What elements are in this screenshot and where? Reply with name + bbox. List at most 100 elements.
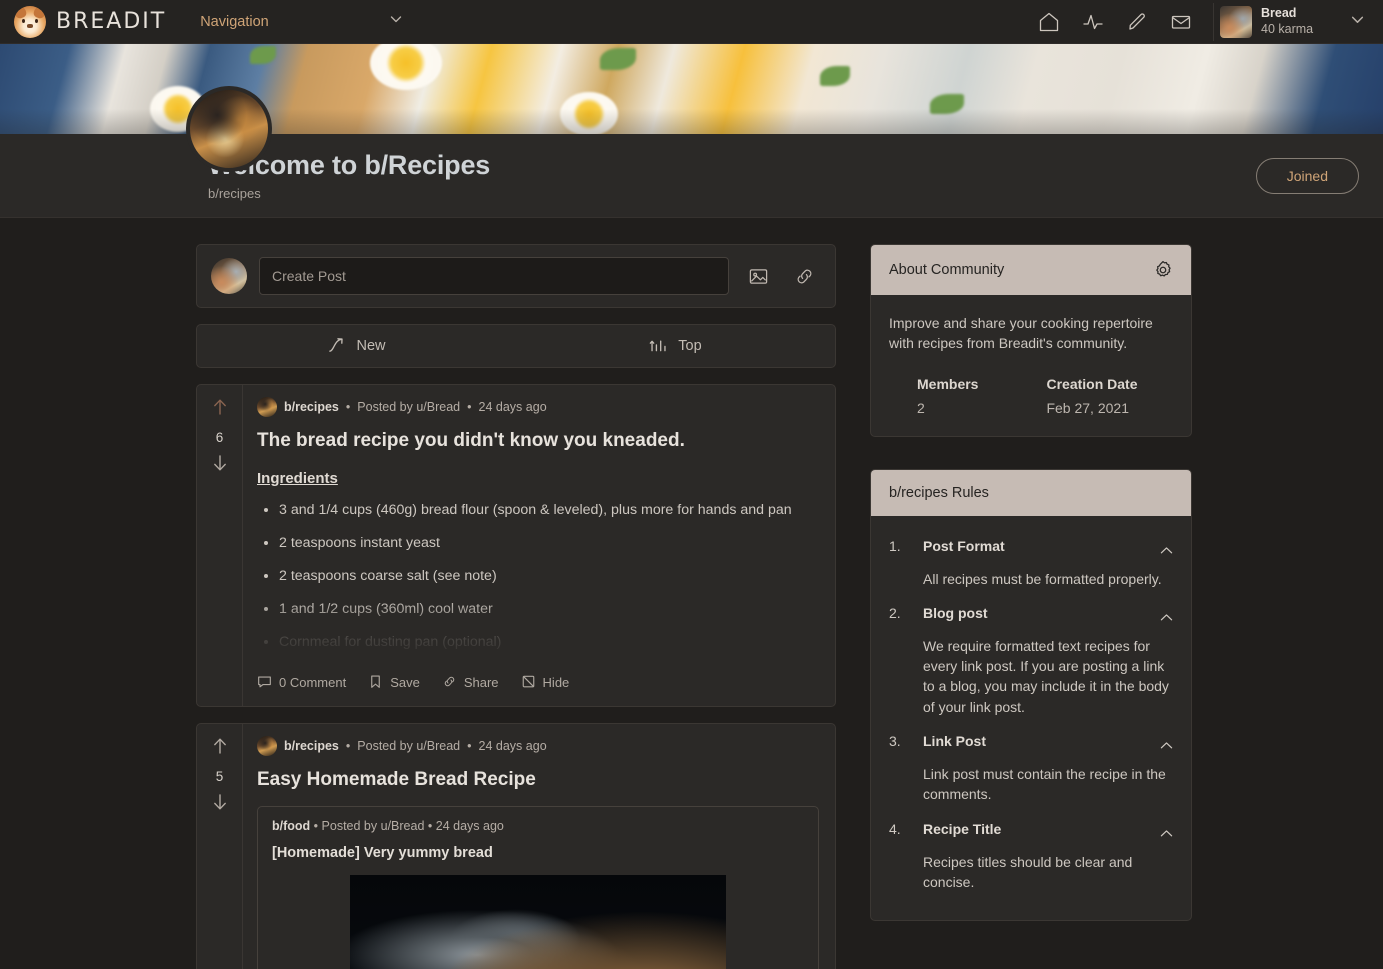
rule-number: 1. [889,537,901,554]
post-author[interactable]: Posted by u/Bread [357,400,460,414]
community-name: b/recipes [208,185,261,201]
rule-item[interactable]: 2. Blog post We require formatted text r… [889,599,1173,727]
post-time: 24 days ago [478,738,547,753]
activity-icon[interactable] [1073,2,1113,42]
chevron-down-icon [1350,12,1365,32]
link-icon [442,674,457,692]
rules-header: b/recipes Rules [871,469,1191,516]
list-item: Cornmeal for dusting pan (optional) [279,633,819,652]
brand-name: BREADIT [56,9,167,34]
navigation-dropdown[interactable]: Navigation [188,5,413,39]
avatar [1220,5,1252,38]
gear-icon[interactable] [1153,260,1173,280]
sort-tab-top[interactable]: Top [516,325,835,367]
image-icon[interactable] [741,259,775,293]
bookmark-icon [368,674,383,692]
rule-item[interactable]: 4. Recipe Title Recipes titles should be… [889,815,1173,903]
rule-item[interactable]: 1. Post Format All recipes must be forma… [889,532,1173,599]
stat-creation-date-label: Creation Date [1046,375,1138,392]
arrow-up-icon[interactable] [211,736,229,761]
rule-number: 3. [889,733,901,750]
main-column: New Top 6 [196,244,836,969]
comment-button[interactable]: 0 Comment [257,674,346,692]
meta-dot: • [345,400,351,414]
list-item: 3 and 1/4 cups (460g) bread flour (spoon… [279,501,819,520]
crosspost-subreddit[interactable]: b/food [272,819,310,833]
post-title[interactable]: The bread recipe you didn't know you kne… [257,429,819,454]
top-navbar: BREADIT Navigation Bread 40 karma [0,0,1383,44]
crosspost-embed[interactable]: b/food • Posted by u/Bread • 24 days ago… [257,806,819,969]
bar-chart-up-icon [649,335,668,358]
post-card[interactable]: 6 b/recipes • Posted by u/Bread • 24 day… [196,384,836,707]
stat-creation-date: Creation Date Feb 27, 2021 [1046,376,1137,416]
user-karma: 40 karma [1261,21,1314,36]
stat-members: Members 2 [917,376,978,416]
bread-and-cutlery-photo [350,875,726,969]
bread-mascot-icon [14,5,46,38]
post-author[interactable]: Posted by u/Bread [357,739,460,753]
pencil-icon[interactable] [1117,2,1157,42]
community-stats: Members 2 Creation Date Feb 27, 2021 [889,376,1173,416]
ingredients-list: 3 and 1/4 cups (460g) bread flour (spoon… [279,501,819,653]
chevron-up-icon[interactable] [1160,825,1173,843]
chevron-up-icon[interactable] [1160,542,1173,560]
post-meta: b/recipes • Posted by u/Bread • 24 days … [257,735,819,756]
hide-button[interactable]: Hide [521,674,569,692]
user-menu[interactable]: Bread 40 karma [1213,2,1373,41]
sort-tab-new[interactable]: New [197,325,516,367]
hide-icon [521,674,536,692]
arrow-down-icon[interactable] [211,453,229,478]
list-item: 2 teaspoons coarse salt (see note) [279,567,819,586]
chevron-up-icon[interactable] [1160,609,1173,627]
rule-description: We require formatted text recipes for ev… [923,637,1169,715]
rule-description: All recipes must be formatted properly. [923,570,1162,587]
meta-dot: • [427,819,433,834]
vote-column: 5 [197,723,243,969]
crosspost-time: 24 days ago [435,819,504,834]
link-icon[interactable] [787,259,821,293]
meta-dot: • [345,738,351,753]
crosspost-title: [Homemade] Very yummy bread [272,845,493,862]
post-subreddit[interactable]: b/recipes [284,739,339,753]
meta-dot: • [467,400,472,414]
post-title[interactable]: Easy Homemade Bread Recipe [257,768,819,793]
avatar [211,258,247,294]
vote-score: 6 [215,430,224,445]
community-avatar-pancakes [257,735,277,756]
post-time: 24 days ago [478,400,547,414]
list-item: 2 teaspoons instant yeast [279,534,819,553]
sort-bar: New Top [196,324,836,368]
stat-members-label: Members [917,375,979,392]
crosspost-author: Posted by u/Bread [321,819,425,834]
nav-actions: Bread 40 karma [1029,2,1383,42]
page-content: New Top 6 [0,218,1383,969]
post-subreddit[interactable]: b/recipes [284,400,339,414]
chevron-up-icon[interactable] [1160,737,1173,755]
create-post-input[interactable] [259,257,729,295]
community-description: Improve and share your cooking repertoir… [889,315,1153,352]
arrow-down-icon[interactable] [211,792,229,817]
community-avatar-pancakes [257,397,277,417]
rule-item[interactable]: 3. Link Post Link post must contain the … [889,727,1173,815]
rule-title: Post Format [923,537,1005,554]
post-card[interactable]: 5 b/recipes • Posted by u/Bread • 24 day… [196,722,836,969]
envelope-icon[interactable] [1161,2,1201,42]
share-button[interactable]: Share [442,674,499,692]
save-button[interactable]: Save [368,674,420,692]
save-label: Save [390,675,420,691]
user-name: Bread [1261,5,1297,20]
about-community-title: About Community [889,262,1005,278]
brand[interactable]: BREADIT [0,5,167,38]
rule-title: Recipe Title [923,820,1002,837]
sort-tab-top-label: Top [678,338,702,354]
stat-creation-date-value: Feb 27, 2021 [1046,399,1129,416]
post-content: Ingredients 3 and 1/4 cups (460g) bread … [257,470,819,662]
home-icon[interactable] [1029,2,1069,42]
join-button[interactable]: Joined [1255,157,1359,194]
trending-arrow-icon [327,335,346,358]
rule-number: 4. [889,820,901,837]
rules-body: 1. Post Format All recipes must be forma… [871,516,1191,921]
arrow-up-icon[interactable] [211,397,229,422]
post-actions: 0 Comment Save Share Hide [257,662,819,706]
post-meta: b/recipes • Posted by u/Bread • 24 days … [257,397,819,417]
